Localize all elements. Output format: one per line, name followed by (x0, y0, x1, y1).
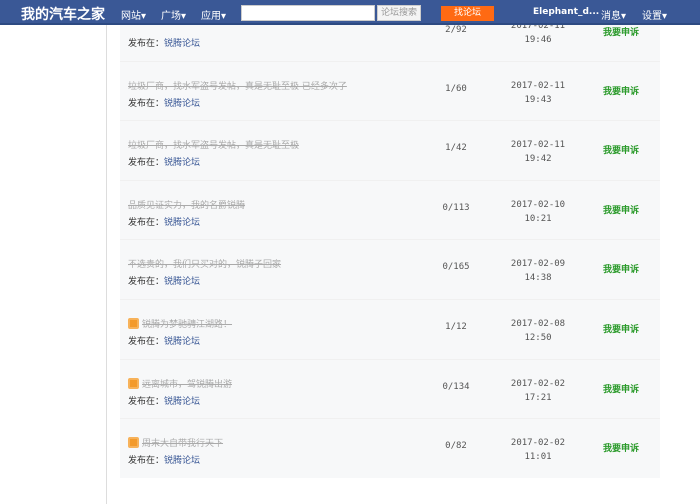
posted-in: 发布在：锐腾论坛 (128, 217, 201, 228)
find-forum-button[interactable]: 找论坛 (441, 6, 494, 21)
forum-link[interactable]: 锐腾论坛 (164, 397, 200, 407)
post-title[interactable]: 远离城市，驾锐腾出游 (128, 377, 232, 390)
posted-in: 发布在：锐腾论坛 (128, 456, 201, 467)
image-post-icon (128, 437, 139, 449)
reply-view-count: 1/42 (445, 143, 467, 154)
posted-in: 发布在：锐腾论坛 (128, 158, 201, 169)
posted-in: 发布在：锐腾论坛 (128, 337, 201, 347)
appeal-link[interactable]: 我要申诉 (603, 262, 639, 275)
appeal-link[interactable]: 我要申诉 (603, 382, 639, 395)
post-row: 垃圾厂商，找水军盗号发帖，真是无耻至极 发布在：锐腾论坛 1/42 2017-0… (120, 121, 660, 181)
posted-in: 发布在：锐腾论坛 (128, 396, 201, 407)
post-title[interactable]: 品质见证实力，我的名爵锐腾 (128, 198, 245, 211)
reply-view-count: 0/165 (442, 262, 470, 273)
left-sidebar (0, 25, 107, 504)
image-post-icon (128, 318, 139, 329)
nav-website-menu[interactable]: 网站▾ (121, 7, 146, 22)
nav-apps-menu[interactable]: 应用▾ (201, 7, 226, 22)
forum-search-input[interactable] (241, 5, 375, 21)
posted-in: 发布在：锐腾论坛 (128, 98, 201, 109)
settings-menu[interactable]: 设置▾ (642, 7, 667, 22)
forum-link[interactable]: 锐腾论坛 (164, 337, 200, 347)
post-title[interactable]: 垃圾厂商，找水军盗号发帖，真是无耻至极 (128, 138, 299, 151)
post-datetime: 2017-02-02 11:01 (510, 438, 566, 463)
reply-view-count: 1/60 (445, 83, 467, 94)
messages-menu[interactable]: 消息▾ (601, 7, 626, 22)
post-datetime: 2017-02-08 12:50 (510, 319, 566, 343)
post-datetime: 2017-02-09 14:38 (510, 259, 566, 284)
appeal-link[interactable]: 我要申诉 (603, 441, 639, 454)
post-row: 垃圾厂商，找水军盗号发帖，真是无耻至极 已经多次了 发布在：锐腾论坛 1/60 … (120, 62, 660, 122)
appeal-link[interactable]: 我要申诉 (603, 203, 639, 216)
appeal-link[interactable]: 我要申诉 (603, 25, 639, 38)
post-title[interactable]: 垃圾厂商，找水军盗号发帖，真是无耻至极 已经多次了 (128, 79, 347, 92)
post-row: 锐腾为梦驰骋江湖路！ 发布在：锐腾论坛 1/12 2017-02-08 12:50… (120, 300, 660, 360)
post-title[interactable]: 锐腾为梦驰骋江湖路！ (128, 317, 232, 330)
post-datetime: 2017-02-11 19:42 (510, 140, 566, 165)
appeal-link[interactable]: 我要申诉 (603, 143, 639, 156)
post-row: 远离城市，驾锐腾出游 发布在：锐腾论坛 0/134 2017-02-02 17:2… (120, 360, 660, 420)
forum-link[interactable]: 锐腾论坛 (164, 158, 200, 168)
post-list: 发布在：锐腾论坛 2/92 2017-02-11 19:46 我要申诉 垃圾厂商，找… (120, 2, 660, 478)
reply-view-count: 0/113 (442, 202, 470, 213)
top-nav-bar: 我的汽车之家 网站▾ 广场▾ 应用▾ 论坛搜索 找论坛 Elephant_d..… (0, 0, 700, 25)
image-post-icon (128, 377, 139, 389)
appeal-link[interactable]: 我要申诉 (603, 322, 639, 335)
username-link[interactable]: Elephant_d... (533, 7, 599, 17)
reply-view-count: 1/12 (445, 322, 467, 332)
post-title[interactable]: 不选贵的，我们只买对的，锐腾子回家 (128, 257, 281, 270)
reply-view-count: 0/82 (445, 441, 467, 452)
nav-square-menu[interactable]: 广场▾ (161, 7, 186, 22)
posted-in: 发布在：锐腾论坛 (128, 277, 201, 288)
post-datetime: 2017-02-11 19:43 (510, 80, 566, 105)
forum-link[interactable]: 锐腾论坛 (164, 456, 200, 466)
posted-in: 发布在：锐腾论坛 (128, 39, 201, 49)
appeal-link[interactable]: 我要申诉 (603, 84, 639, 97)
post-row: 周末大自带我行天下 发布在：锐腾论坛 0/82 2017-02-02 11:01 … (120, 419, 660, 478)
post-row: 不选贵的，我们只买对的，锐腾子回家 发布在：锐腾论坛 0/165 2017-02… (120, 240, 660, 300)
post-datetime: 2017-02-10 10:21 (510, 199, 566, 224)
forum-link[interactable]: 锐腾论坛 (164, 39, 200, 49)
site-logo[interactable]: 我的汽车之家 (21, 4, 105, 24)
forum-link[interactable]: 锐腾论坛 (164, 218, 200, 228)
forum-link[interactable]: 锐腾论坛 (164, 277, 200, 287)
post-row: 品质见证实力，我的名爵锐腾 发布在：锐腾论坛 0/113 2017-02-10 1… (120, 181, 660, 241)
post-title[interactable]: 周末大自带我行天下 (128, 436, 223, 449)
reply-view-count: 2/92 (445, 25, 467, 35)
reply-view-count: 0/134 (442, 381, 470, 392)
forum-search-button[interactable]: 论坛搜索 (377, 5, 421, 21)
post-datetime: 2017-02-02 17:21 (510, 378, 566, 403)
forum-link[interactable]: 锐腾论坛 (164, 99, 200, 109)
